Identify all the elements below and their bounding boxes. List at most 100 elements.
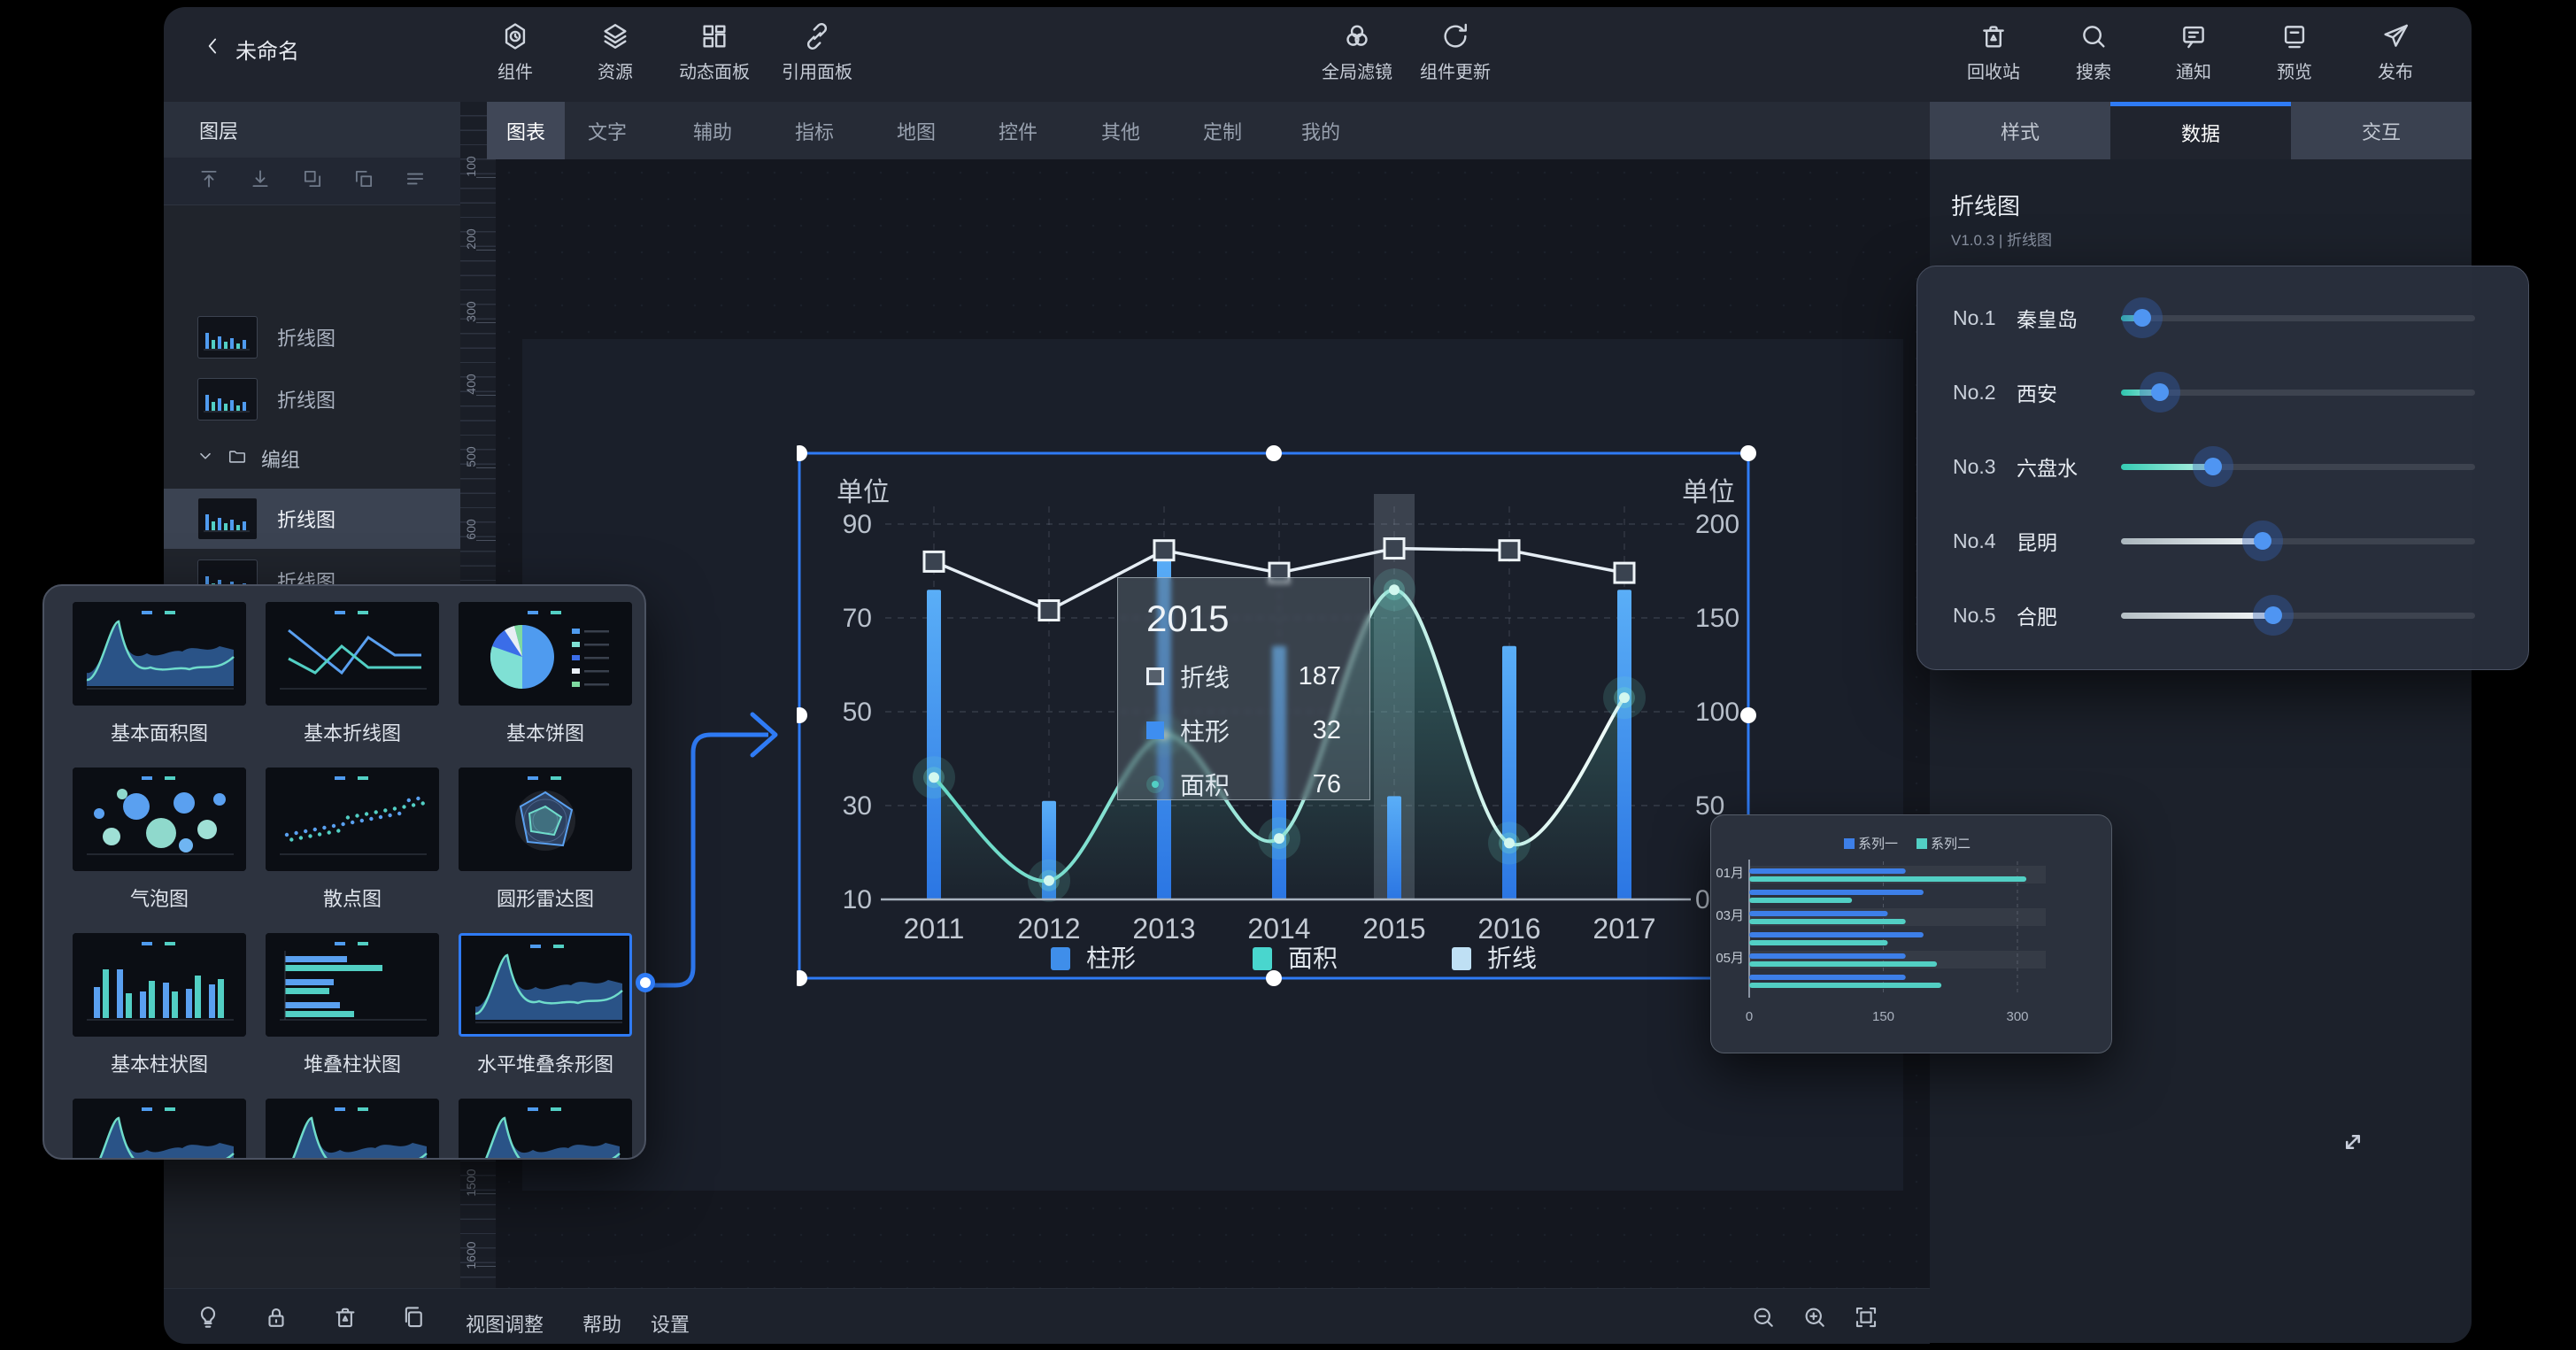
legend-swatch[interactable] [1253, 947, 1272, 970]
mini-bar-series1 [1749, 890, 1924, 895]
line-series-marker[interactable] [1384, 539, 1404, 559]
layers-toolbar [164, 158, 460, 205]
gallery-item[interactable]: 基本饼图 [459, 602, 632, 746]
ranking-slider[interactable] [2121, 315, 2475, 321]
area-series-marker[interactable] [929, 772, 939, 783]
selection-handle[interactable] [1266, 970, 1282, 986]
area-series-marker[interactable] [1504, 837, 1515, 848]
mini-legend-swatch[interactable] [1917, 838, 1927, 849]
legend-swatch[interactable] [1051, 947, 1070, 970]
bar-series-bar[interactable] [1387, 796, 1401, 899]
selection-handle[interactable] [797, 445, 807, 461]
mini-bar-chart-panel[interactable]: 系列一系列二01月03月05月0150300 [1710, 814, 2112, 1053]
ranking-slider[interactable] [2121, 390, 2475, 396]
ranking-slider[interactable] [2121, 464, 2475, 470]
area-series-marker[interactable] [1619, 692, 1630, 703]
ranking-slider[interactable] [2121, 538, 2475, 544]
slider-thumb[interactable] [2254, 532, 2271, 550]
tab-定制[interactable]: 定制 [1184, 102, 1261, 159]
selection-handle[interactable] [1266, 445, 1282, 461]
slider-thumb[interactable] [2151, 383, 2169, 401]
line-series-marker[interactable] [1500, 541, 1519, 560]
line-series-marker[interactable] [1154, 541, 1174, 560]
gallery-item[interactable]: 基本面积图 [73, 602, 246, 746]
gallery-item[interactable]: 基本柱状图 [73, 933, 246, 1077]
gallery-item[interactable] [73, 1099, 246, 1160]
toolbar-preview[interactable]: 预览 [2277, 21, 2312, 83]
back-button[interactable]: 未命名 [202, 34, 299, 65]
toolbar-filter-circles[interactable]: 全局滤镜 [1322, 21, 1392, 83]
layer-item[interactable]: 折线图 [164, 369, 460, 429]
toolbar-trash[interactable]: 回收站 [1967, 21, 2020, 83]
gallery-item-selected[interactable]: 水平堆叠条形图 [459, 933, 632, 1077]
gallery-item[interactable] [459, 1099, 632, 1160]
slider-thumb[interactable] [2264, 606, 2282, 624]
tab-样式[interactable]: 样式 [1930, 102, 2110, 159]
line-series-marker[interactable] [924, 552, 944, 571]
bring-forward-icon[interactable] [301, 167, 324, 195]
tab-其他[interactable]: 其他 [1082, 102, 1160, 159]
chevron-down-icon[interactable] [196, 446, 215, 471]
tab-我的[interactable]: 我的 [1282, 102, 1360, 159]
gallery-item[interactable]: 堆叠柱状图 [266, 933, 439, 1077]
layer-item-selected[interactable]: 折线图 [164, 489, 460, 549]
x-axis-label: 2015 [1362, 913, 1425, 945]
tab-图表[interactable]: 图表 [487, 102, 565, 159]
mini-bar-series2 [1749, 898, 1852, 903]
legend-swatch[interactable] [1452, 947, 1471, 970]
gallery-item[interactable] [266, 1099, 439, 1160]
axis-tick: 200 [1695, 510, 1739, 539]
bar-series-bar[interactable] [1617, 590, 1631, 899]
move-to-top-icon[interactable] [197, 167, 220, 195]
line-series-marker[interactable] [1039, 601, 1059, 621]
trash-icon[interactable] [332, 1304, 359, 1335]
tab-指标[interactable]: 指标 [775, 102, 853, 159]
table-resize-icon[interactable] [2337, 1126, 2369, 1162]
area-series-marker[interactable] [1274, 833, 1284, 844]
toolbar-notification[interactable]: 通知 [2176, 21, 2211, 83]
line-series-marker[interactable] [1615, 563, 1634, 582]
bottom-link-帮助[interactable]: 帮助 [582, 1309, 621, 1338]
gallery-item[interactable]: 气泡图 [73, 768, 246, 912]
toolbar-refresh[interactable]: 组件更新 [1420, 21, 1491, 83]
bottom-link-设置[interactable]: 设置 [651, 1309, 690, 1338]
toolbar-layers[interactable]: 资源 [598, 21, 633, 83]
toolbar-search[interactable]: 搜索 [2076, 21, 2111, 83]
tab-辅助[interactable]: 辅助 [674, 102, 752, 159]
gallery-item[interactable]: 圆形雷达图 [459, 768, 632, 912]
toolbar-hexagon[interactable]: 组件 [497, 21, 533, 83]
bar-series-bar[interactable] [927, 590, 941, 899]
tab-数据[interactable]: 数据 [2110, 102, 2291, 159]
send-backward-icon[interactable] [352, 167, 375, 195]
area-series-marker[interactable] [1044, 876, 1054, 886]
gallery-item[interactable]: 基本折线图 [266, 602, 439, 746]
mini-legend-label: 系列一 [1858, 837, 1898, 852]
tab-地图[interactable]: 地图 [877, 102, 955, 159]
ranking-slider[interactable] [2121, 613, 2475, 619]
tab-文字[interactable]: 文字 [568, 102, 646, 159]
mini-legend-swatch[interactable] [1844, 838, 1855, 849]
toolbar-dashboard[interactable]: 动态面板 [679, 21, 750, 83]
tab-控件[interactable]: 控件 [979, 102, 1057, 159]
bottom-link-视图调整[interactable]: 视图调整 [466, 1309, 544, 1338]
tab-交互[interactable]: 交互 [2291, 102, 2472, 159]
axis-tick: 150 [1695, 604, 1739, 633]
bulb-icon[interactable] [195, 1304, 221, 1335]
area-series-marker[interactable] [1389, 584, 1400, 595]
slider-thumb[interactable] [2204, 458, 2222, 475]
gallery-item[interactable]: 散点图 [266, 768, 439, 912]
toolbar-publish[interactable]: 发布 [2378, 21, 2413, 83]
lock-icon[interactable] [263, 1304, 289, 1335]
toolbar-link[interactable]: 引用面板 [782, 21, 852, 83]
copy-icon[interactable] [400, 1304, 427, 1335]
zoom-in-icon[interactable] [1801, 1304, 1828, 1335]
selection-handle[interactable] [1740, 445, 1756, 461]
fit-screen-icon[interactable] [1853, 1304, 1879, 1335]
zoom-out-icon[interactable] [1750, 1304, 1777, 1335]
selection-handle[interactable] [1740, 707, 1756, 723]
layer-item[interactable]: 折线图 [164, 307, 460, 367]
layer-list-icon[interactable] [404, 167, 427, 195]
slider-thumb[interactable] [2133, 309, 2151, 327]
layer-group-row[interactable]: 编组 [164, 434, 460, 483]
move-to-bottom-icon[interactable] [249, 167, 272, 195]
